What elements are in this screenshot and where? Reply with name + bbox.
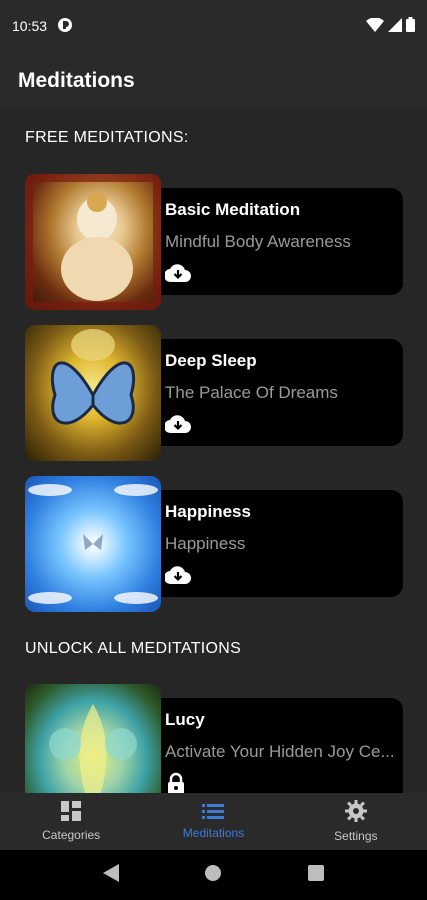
- download-icon[interactable]: [163, 564, 191, 586]
- signal-icon: [388, 17, 402, 35]
- meditation-title: Basic Meditation: [165, 200, 301, 219]
- meditation-card-happiness[interactable]: Happiness Happiness: [25, 476, 403, 612]
- nav-settings[interactable]: Settings: [285, 793, 427, 850]
- unlock-section-title: UNLOCK ALL MEDITATIONS: [25, 640, 242, 657]
- nav-categories[interactable]: Categories: [0, 793, 142, 850]
- bottom-navigation: Categories Meditations Settings: [0, 793, 427, 850]
- meditation-card-deep-sleep[interactable]: Deep Sleep The Palace Of Dreams: [25, 325, 403, 461]
- nav-label: Meditations: [182, 826, 245, 840]
- recents-icon[interactable]: [308, 864, 325, 886]
- free-section-title: FREE MEDITATIONS:: [25, 129, 189, 146]
- notification-icon: [57, 17, 73, 36]
- grid-icon: [61, 801, 82, 824]
- lock-icon: [165, 772, 191, 793]
- back-icon[interactable]: [102, 863, 119, 887]
- download-icon[interactable]: [163, 262, 191, 284]
- meditation-subtitle: Activate Your Hidden Joy Ce...: [165, 742, 395, 761]
- home-icon[interactable]: [204, 864, 222, 887]
- battery-icon: [406, 17, 415, 35]
- meditation-thumbnail: [25, 476, 161, 612]
- nav-label: Settings: [334, 829, 378, 843]
- meditation-card-basic[interactable]: Basic Meditation Mindful Body Awareness: [25, 174, 403, 310]
- page-title: Meditations: [18, 68, 135, 92]
- meditation-thumbnail: [25, 684, 161, 793]
- system-navigation-bar: [0, 850, 427, 900]
- meditation-subtitle: Mindful Body Awareness: [165, 232, 351, 251]
- meditation-card-lucy[interactable]: Lucy Activate Your Hidden Joy Ce...: [25, 684, 403, 793]
- status-time: 10:53: [12, 18, 48, 34]
- status-bar: 10:53: [0, 0, 427, 52]
- app-bar: Meditations: [0, 52, 427, 109]
- nav-label: Categories: [42, 828, 101, 842]
- meditation-subtitle: Happiness: [165, 534, 246, 553]
- meditation-title: Lucy: [165, 710, 205, 729]
- download-icon[interactable]: [163, 413, 191, 435]
- meditation-thumbnail: [25, 325, 161, 461]
- meditation-title: Happiness: [165, 502, 251, 521]
- status-icons: [366, 16, 415, 35]
- meditation-subtitle: The Palace Of Dreams: [165, 383, 338, 402]
- meditation-list[interactable]: FREE MEDITATIONS: Basic Meditation Mindf…: [0, 109, 427, 793]
- list-icon: [202, 803, 225, 822]
- gear-icon: [344, 800, 367, 825]
- meditation-title: Deep Sleep: [165, 351, 257, 370]
- wifi-icon: [366, 16, 384, 35]
- meditation-thumbnail: [25, 174, 161, 310]
- nav-meditations[interactable]: Meditations: [142, 793, 284, 850]
